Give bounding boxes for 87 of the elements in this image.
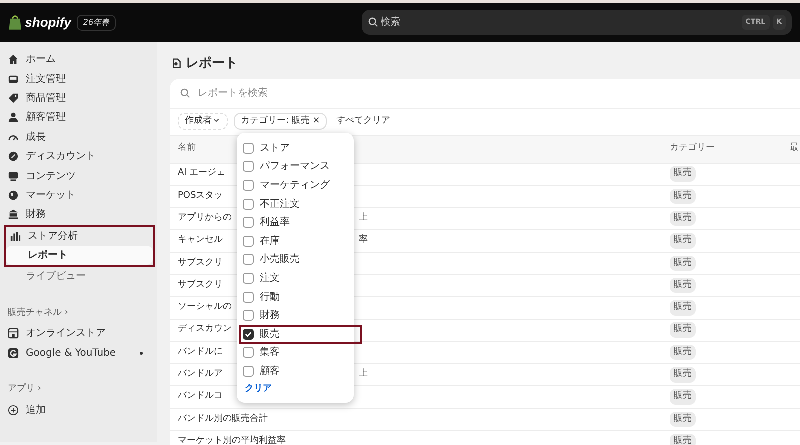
sidebar-subitem[interactable]: レポート: [6, 246, 153, 266]
g-logo-icon: [8, 348, 19, 359]
sidebar-item[interactable]: Google & YouTube: [4, 344, 153, 363]
option-label[interactable]: 行動: [260, 290, 280, 305]
sidebar-item[interactable]: 顧客管理: [4, 108, 153, 128]
sidebar-item[interactable]: 商品管理: [4, 88, 153, 108]
inbox-icon: [8, 74, 19, 85]
checkbox[interactable]: [243, 217, 254, 228]
sidebar-item[interactable]: マーケット: [4, 186, 153, 206]
table-cell[interactable]: マーケット別の平均利益率: [178, 434, 359, 445]
category-tag: 販売: [670, 367, 696, 383]
table-cell[interactable]: バンドル別の販売合計: [178, 412, 359, 426]
person-icon: [8, 112, 19, 124]
column-header: 最: [790, 142, 799, 156]
clear-all-link[interactable]: すべてクリア: [333, 114, 394, 128]
filter-chip[interactable]: カテゴリー: 販売 ×: [234, 112, 328, 130]
page-title: レポート: [186, 55, 238, 73]
option-label[interactable]: 小売販売: [260, 252, 300, 268]
checkbox[interactable]: [243, 328, 254, 340]
plus-circle-icon: [8, 404, 19, 416]
checkbox[interactable]: [243, 180, 254, 191]
store-icon: [8, 328, 19, 340]
checkbox[interactable]: [243, 198, 254, 210]
checkbox[interactable]: [243, 366, 254, 377]
section-heading[interactable]: 販売チャネル ›: [8, 306, 153, 320]
sidebar-item[interactable]: ストア分析: [6, 226, 153, 246]
sidebar-item[interactable]: 注文管理: [4, 69, 153, 89]
sidebar-item[interactable]: ホーム: [4, 50, 153, 70]
table-cell-text: 率: [359, 234, 369, 248]
checkbox[interactable]: [243, 161, 254, 172]
category-tag: 販売: [670, 434, 696, 445]
option-label[interactable]: 集客: [260, 345, 280, 360]
edition-badge: 26年春: [77, 14, 116, 30]
sidebar-item[interactable]: 財務: [4, 205, 153, 225]
checkbox[interactable]: [243, 310, 254, 322]
category-tag: 販売: [670, 300, 696, 316]
sidebar-item[interactable]: ディスカウント: [4, 146, 153, 166]
column-header: 名前: [178, 142, 196, 156]
search-icon: [368, 17, 379, 28]
category-tag: 販売: [670, 188, 696, 204]
option-label[interactable]: ストア: [260, 140, 290, 156]
checkbox[interactable]: [243, 292, 254, 303]
option-label[interactable]: パフォーマンス: [260, 159, 330, 174]
option-label[interactable]: 注文: [260, 270, 280, 286]
category-tag: 販売: [670, 344, 696, 360]
checkbox[interactable]: [243, 254, 254, 266]
category-tag: 販売: [670, 233, 696, 249]
monitor-icon: [8, 170, 19, 182]
tag-icon: [8, 92, 19, 104]
sidebar-item[interactable]: 成長: [4, 128, 153, 147]
option-label[interactable]: 利益率: [260, 215, 290, 230]
badge-icon: [8, 151, 19, 162]
option-label[interactable]: 販売: [260, 326, 280, 342]
option-label[interactable]: 在庫: [260, 234, 280, 249]
category-tag: 販売: [670, 166, 696, 182]
option-label[interactable]: 不正注文: [260, 196, 300, 212]
bar-chart-icon: [10, 230, 21, 242]
search-input[interactable]: 検索: [378, 14, 739, 31]
option-label[interactable]: マーケティング: [260, 178, 330, 193]
search-icon: [180, 88, 191, 98]
home-icon: [8, 54, 19, 66]
category-tag: 販売: [670, 278, 696, 294]
section-heading[interactable]: アプリ ›: [8, 382, 153, 396]
sidebar-item[interactable]: オンラインストア: [4, 324, 153, 344]
bag-logo-icon: [8, 15, 23, 30]
column-header: カテゴリー: [670, 142, 715, 156]
clear-link[interactable]: クリア: [237, 382, 280, 398]
report-icon: [172, 58, 182, 70]
table-cell-text: 上: [359, 368, 369, 382]
checkbox[interactable]: [243, 236, 254, 247]
bank-icon: [8, 209, 19, 220]
option-label[interactable]: 財務: [260, 308, 280, 324]
sidebar-item[interactable]: 追加: [4, 400, 153, 420]
table-cell-text: 上: [359, 212, 369, 225]
sidebar-subitem[interactable]: ライブビュー: [4, 267, 153, 287]
category-tag: 販売: [670, 412, 696, 428]
filter-button[interactable]: 作成者: [178, 112, 228, 130]
category-tag: 販売: [670, 210, 696, 226]
checkbox[interactable]: [243, 142, 254, 154]
category-tag: 販売: [670, 256, 696, 272]
category-tag: 販売: [670, 322, 696, 338]
checkbox[interactable]: [243, 272, 254, 284]
logo-text: shopify: [25, 14, 72, 32]
sidebar-item[interactable]: コンテンツ: [4, 166, 153, 186]
checkbox[interactable]: [243, 347, 254, 358]
category-tag: 販売: [670, 389, 696, 405]
option-label[interactable]: 顧客: [260, 364, 280, 379]
